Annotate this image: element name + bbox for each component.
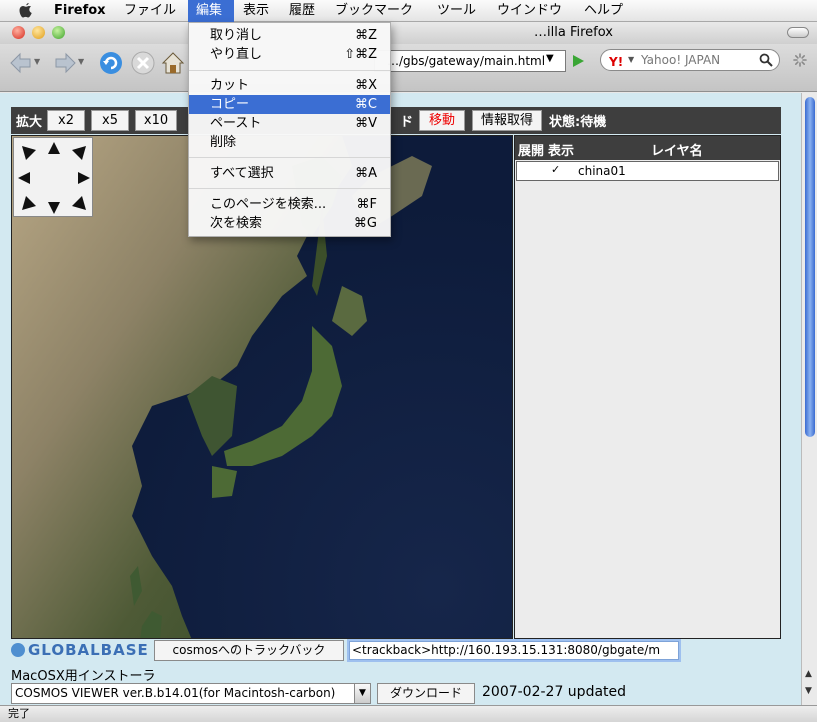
move-button[interactable]: 移動 xyxy=(419,110,465,131)
col-expand: 展開 xyxy=(518,144,545,159)
search-field[interactable]: Y! ▼ Yahoo! JAPAN xyxy=(600,49,780,71)
menu-item-undo[interactable]: 取り消し ⌘Z xyxy=(189,26,390,45)
zoom-x2-button[interactable]: x2 xyxy=(47,110,85,131)
layer-table-header: 展開 表示 レイヤ名 xyxy=(515,136,780,160)
stop-icon[interactable] xyxy=(130,50,156,76)
reload-icon[interactable] xyxy=(98,50,124,76)
zoom-x10-button[interactable]: x10 xyxy=(135,110,177,131)
magnifier-icon[interactable] xyxy=(759,53,773,67)
japan-hokkaido xyxy=(332,286,367,336)
back-dropdown-icon[interactable]: ▼ xyxy=(34,57,40,66)
col-layer-name: レイヤ名 xyxy=(651,144,703,159)
get-info-button[interactable]: 情報取得 xyxy=(472,110,542,131)
pan-southwest-arrow[interactable] xyxy=(22,196,36,210)
menu-firefox[interactable]: Firefox xyxy=(54,3,106,19)
status-bar: 完了 xyxy=(0,705,817,722)
vertical-scrollbar[interactable]: ▲ ▼ xyxy=(801,93,817,705)
map-navigation-pad xyxy=(13,137,93,217)
forward-arrow-icon[interactable] xyxy=(52,50,78,76)
menu-history[interactable]: 履歴 xyxy=(289,3,315,19)
pan-southeast-arrow[interactable] xyxy=(72,196,86,210)
scrollbar-thumb[interactable] xyxy=(805,97,815,437)
pan-east-arrow[interactable] xyxy=(78,172,90,184)
menu-item-find[interactable]: このページを検索... ⌘F xyxy=(189,195,390,214)
map-tool-strip: 拡大 x2 x5 x10 ド 移動 情報取得 状態:待機 xyxy=(11,107,781,134)
search-placeholder: Yahoo! JAPAN xyxy=(641,53,721,67)
menu-view[interactable]: 表示 xyxy=(243,3,269,19)
status-text: 完了 xyxy=(8,707,30,720)
footer-trackback-row: GLOBALBASE cosmosへのトラックバック <trackback>ht… xyxy=(11,639,781,663)
layer-row[interactable]: ✓ china01 xyxy=(516,161,779,181)
download-button[interactable]: ダウンロード xyxy=(377,683,475,704)
pan-west-arrow[interactable] xyxy=(18,172,30,184)
col-visible: 表示 xyxy=(548,144,575,159)
forward-dropdown-icon[interactable]: ▼ xyxy=(78,57,84,66)
menu-item-paste[interactable]: ペースト ⌘V xyxy=(189,114,390,133)
menu-item-delete[interactable]: 削除 xyxy=(189,133,390,152)
menu-tools[interactable]: ツール xyxy=(437,3,476,19)
layer-visible-checkmark-icon[interactable]: ✓ xyxy=(551,163,560,176)
status-label: 状態:待機 xyxy=(549,115,607,130)
go-arrow-icon[interactable] xyxy=(570,53,586,69)
browser-toolbar: ▼ ▼ …/gbs/gateway/main.html ▼ Y! ▼ Yahoo… xyxy=(0,44,817,92)
menu-bookmarks[interactable]: ブックマーク xyxy=(335,3,413,19)
toolbar-toggle-button[interactable] xyxy=(787,27,809,38)
back-arrow-icon[interactable] xyxy=(8,50,34,76)
scroll-up-arrow-icon[interactable]: ▲ xyxy=(805,669,812,679)
pan-south-arrow[interactable] xyxy=(48,202,60,214)
pan-northeast-arrow[interactable] xyxy=(72,146,86,160)
menu-item-redo[interactable]: やり直し ⇧⌘Z xyxy=(189,45,390,64)
throbber-icon xyxy=(793,53,807,67)
mode-label-suffix: ド xyxy=(400,115,414,130)
japan-kyushu xyxy=(212,466,237,498)
trackback-button[interactable]: cosmosへのトラックバック xyxy=(154,640,344,661)
pan-northwest-arrow[interactable] xyxy=(22,146,36,160)
zoom-label: 拡大 xyxy=(16,115,43,130)
updated-date: 2007-02-27 updated xyxy=(482,684,627,700)
search-engine-dropdown-icon[interactable]: ▼ xyxy=(628,50,634,70)
mac-menubar: Firefox ファイル 編集 表示 履歴 ブックマーク ツール ウインドウ ヘ… xyxy=(0,0,817,22)
layer-panel: 展開 表示 レイヤ名 ✓ china01 xyxy=(514,135,781,639)
page-content: 拡大 x2 x5 x10 ド 移動 情報取得 状態:待機 展開 表示 レイヤ名 … xyxy=(0,93,801,705)
globe-icon xyxy=(11,643,25,657)
menu-window[interactable]: ウインドウ xyxy=(497,3,562,19)
window-titlebar: …illa Firefox xyxy=(0,22,817,44)
url-dropdown-icon[interactable]: ▼ xyxy=(546,53,554,64)
menu-separator xyxy=(189,157,390,158)
edit-menu-dropdown: 取り消し ⌘Z やり直し ⇧⌘Z カット ⌘X コピー ⌘C ペースト ⌘V 削除 すべて… xyxy=(188,22,391,237)
menu-separator xyxy=(189,70,390,71)
scroll-down-arrow-icon[interactable]: ▼ xyxy=(805,686,812,696)
menu-item-find-next[interactable]: 次を検索 ⌘G xyxy=(189,214,390,233)
menu-separator xyxy=(189,188,390,189)
layer-name: china01 xyxy=(578,164,626,178)
globalbase-logo[interactable]: GLOBALBASE xyxy=(11,641,149,659)
window-title: …illa Firefox xyxy=(534,25,613,40)
menu-item-copy[interactable]: コピー ⌘C xyxy=(189,95,390,114)
yahoo-logo-icon[interactable]: Y! xyxy=(609,52,623,72)
menu-help[interactable]: ヘルプ xyxy=(584,3,623,19)
home-icon[interactable] xyxy=(160,50,186,76)
menu-file[interactable]: ファイル xyxy=(124,3,176,19)
zoom-x5-button[interactable]: x5 xyxy=(91,110,129,131)
pan-north-arrow[interactable] xyxy=(48,142,60,154)
menu-item-select-all[interactable]: すべて選択 ⌘A xyxy=(189,164,390,183)
installer-label: MacOSX用インストーラ xyxy=(11,669,156,684)
url-field[interactable]: …/gbs/gateway/main.html xyxy=(374,50,566,72)
menu-edit[interactable]: 編集 xyxy=(196,3,222,19)
apple-icon[interactable] xyxy=(18,2,34,19)
menu-item-cut[interactable]: カット ⌘X xyxy=(189,76,390,95)
viewer-version-select[interactable]: COSMOS VIEWER ver.B.b14.01(for Macintosh… xyxy=(11,683,371,704)
select-arrow-icon[interactable]: ▼ xyxy=(354,684,370,703)
trackback-url-field[interactable]: <trackback>http://160.193.15.131:8080/gb… xyxy=(349,641,679,660)
